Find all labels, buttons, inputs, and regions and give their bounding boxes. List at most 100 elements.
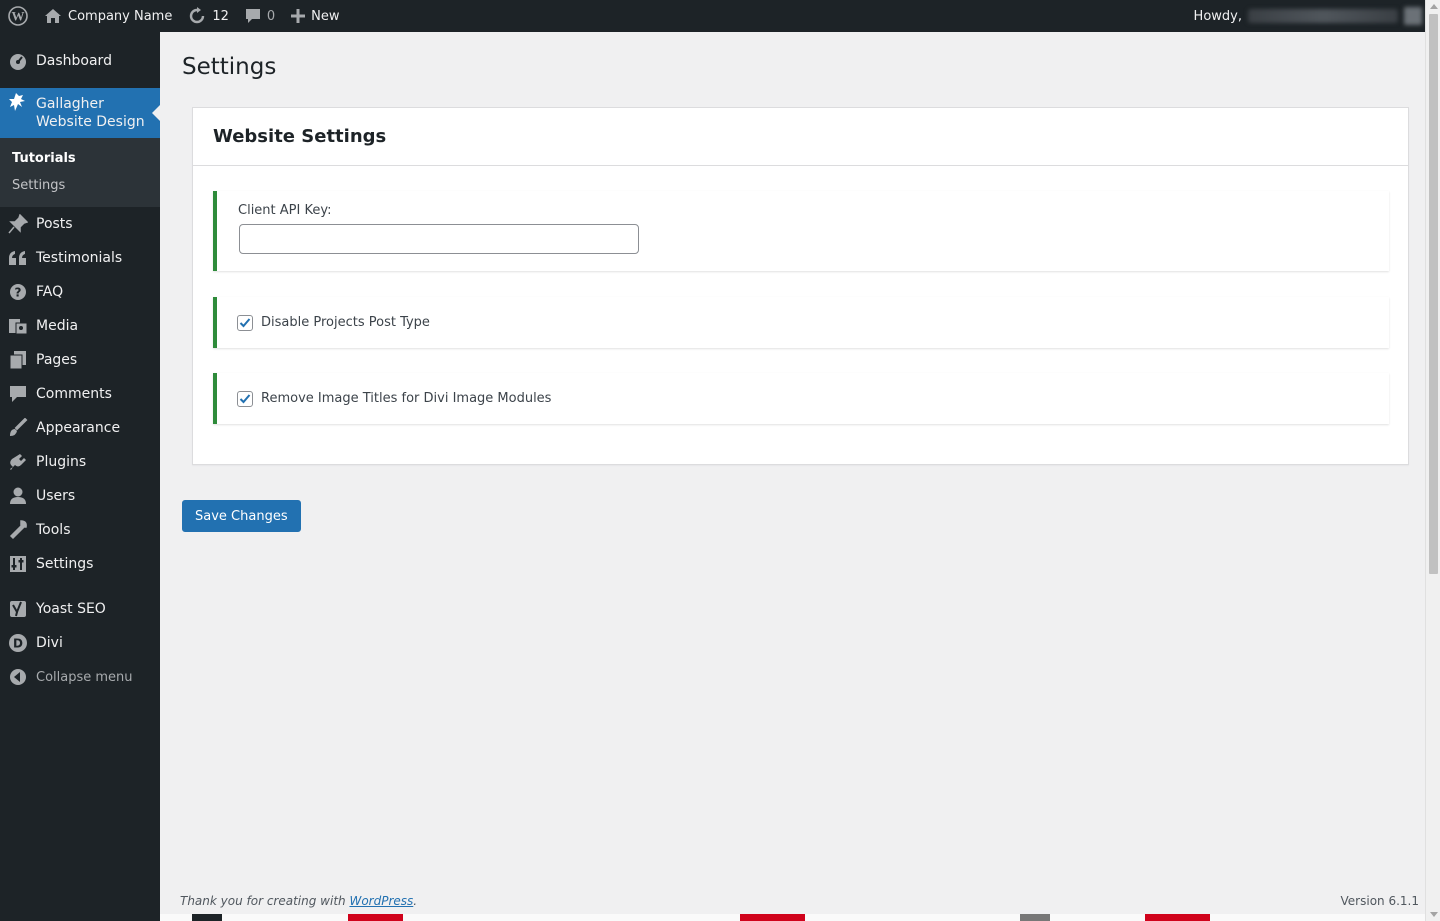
new-content-link[interactable]: New — [283, 0, 347, 32]
wordpress-link[interactable]: WordPress — [349, 894, 413, 908]
footer-version: Version 6.1.1 — [1340, 894, 1419, 908]
scroll-down-arrow-icon[interactable] — [1430, 912, 1438, 917]
sidebar-item-label: Testimonials — [36, 250, 123, 266]
comment-icon — [8, 384, 28, 404]
strip-piece — [348, 914, 403, 921]
checkmark-icon — [239, 393, 251, 403]
help-icon: ? — [8, 282, 28, 302]
api-key-input[interactable] — [239, 224, 639, 254]
sidebar-item-yoast-seo[interactable]: Yoast SEO — [0, 592, 160, 626]
sidebar-item-label: Media — [36, 318, 79, 334]
website-settings-card: Website Settings Client API Key: Disable… — [192, 107, 1409, 465]
remove-image-titles-option: Remove Image Titles for Divi Image Modul… — [213, 373, 1389, 424]
sidebar-item-label: Gallagher Website Design — [36, 96, 145, 130]
sidebar-item-posts[interactable]: Posts — [0, 207, 160, 241]
svg-text:D: D — [13, 637, 23, 651]
sidebar-item-plugins[interactable]: Plugins — [0, 445, 160, 479]
submenu-item-tutorials[interactable]: Tutorials — [0, 145, 160, 172]
remove-image-titles-checkbox[interactable] — [237, 390, 253, 407]
scroll-up-arrow-icon[interactable] — [1430, 4, 1438, 9]
strip-piece — [192, 914, 222, 921]
sidebar-item-dashboard[interactable]: Dashboard — [0, 44, 160, 78]
sidebar-item-label: Yoast SEO — [36, 601, 106, 617]
admin-bar: W Company Name 12 0 New Howdy, — [0, 0, 1440, 32]
sidebar-item-settings[interactable]: Settings — [0, 547, 160, 581]
site-name-link[interactable]: Company Name — [36, 0, 180, 32]
disable-projects-label[interactable]: Disable Projects Post Type — [261, 315, 430, 330]
dashboard-icon — [8, 51, 28, 71]
quote-icon — [8, 248, 28, 268]
yoast-icon — [8, 599, 28, 619]
sidebar-item-users[interactable]: Users — [0, 479, 160, 513]
disable-projects-option: Disable Projects Post Type — [213, 297, 1389, 348]
avatar — [1404, 7, 1422, 25]
user-account-menu[interactable]: Howdy, — [1186, 0, 1440, 32]
checkmark-icon — [239, 317, 251, 327]
updates-icon — [188, 7, 206, 25]
divi-icon: D — [8, 633, 28, 653]
scrollbar-thumb[interactable] — [1429, 14, 1438, 574]
sidebar-item-label: Comments — [36, 386, 112, 402]
collapse-icon — [8, 667, 28, 687]
sidebar-item-label: Dashboard — [36, 53, 112, 69]
new-label: New — [311, 8, 340, 24]
sidebar-item-tools[interactable]: Tools — [0, 513, 160, 547]
user-display-name-blurred — [1248, 9, 1398, 23]
updates-link[interactable]: 12 — [180, 0, 237, 32]
sidebar-item-label: Posts — [36, 216, 73, 232]
bottom-content-strip — [160, 914, 1425, 921]
svg-text:W: W — [12, 9, 25, 24]
sidebar-item-label: Divi — [36, 635, 63, 651]
site-name: Company Name — [68, 8, 173, 24]
sidebar-item-appearance[interactable]: Appearance — [0, 411, 160, 445]
user-icon — [8, 486, 28, 506]
sidebar-item-pages[interactable]: Pages — [0, 343, 160, 377]
sidebar-item-media[interactable]: Media — [0, 309, 160, 343]
disable-projects-checkbox[interactable] — [237, 314, 253, 331]
footer-thanks: Thank you for creating with WordPress. — [180, 894, 417, 908]
page-title: Settings — [182, 54, 277, 80]
footer-thanks-suffix: . — [413, 894, 418, 908]
lion-icon — [8, 93, 28, 113]
sidebar-item-gallagher-website-design[interactable]: Gallagher Website Design — [0, 88, 160, 138]
svg-text:?: ? — [15, 286, 22, 300]
comments-link[interactable]: 0 — [237, 0, 283, 32]
submenu-item-settings[interactable]: Settings — [0, 172, 160, 199]
comments-count: 0 — [266, 8, 276, 24]
wordpress-logo-icon[interactable]: W — [0, 0, 36, 32]
comment-bubble-icon — [245, 8, 261, 24]
home-icon — [44, 8, 62, 24]
sidebar-item-testimonials[interactable]: Testimonials — [0, 241, 160, 275]
main-content: Settings Website Settings Client API Key… — [160, 32, 1425, 921]
submenu-gallagher: Tutorials Settings — [0, 138, 160, 207]
updates-count: 12 — [212, 8, 229, 24]
footer-thanks-text: Thank you for creating with — [180, 894, 350, 908]
collapse-menu-button[interactable]: Collapse menu — [0, 660, 160, 694]
media-icon — [8, 316, 28, 336]
wrench-icon — [8, 520, 28, 540]
sidebar-item-label: Users — [36, 488, 76, 504]
brush-icon — [8, 418, 28, 438]
remove-image-titles-label[interactable]: Remove Image Titles for Divi Image Modul… — [261, 391, 551, 406]
sidebar-item-label: Tools — [36, 522, 71, 538]
save-changes-button[interactable]: Save Changes — [182, 500, 301, 532]
api-key-label: Client API Key: — [238, 203, 332, 218]
sidebar-item-comments[interactable]: Comments — [0, 377, 160, 411]
card-title: Website Settings — [193, 108, 1408, 166]
plug-icon — [8, 452, 28, 472]
sidebar-item-divi[interactable]: D Divi — [0, 626, 160, 660]
pin-icon — [8, 214, 28, 234]
strip-piece — [1145, 914, 1210, 921]
sidebar-item-label: Plugins — [36, 454, 87, 470]
sidebar-item-faq[interactable]: ? FAQ — [0, 275, 160, 309]
howdy-text: Howdy, — [1193, 8, 1242, 24]
page-scrollbar[interactable] — [1425, 0, 1440, 921]
pages-icon — [8, 350, 28, 370]
admin-sidebar: Dashboard Gallagher Website Design Tutor… — [0, 32, 160, 921]
sidebar-item-label: Settings — [36, 556, 94, 572]
sidebar-item-label: Collapse menu — [36, 669, 133, 685]
plus-icon — [291, 9, 306, 23]
strip-piece — [1020, 914, 1050, 921]
sidebar-item-label: FAQ — [36, 284, 64, 300]
sidebar-item-label: Appearance — [36, 420, 121, 436]
